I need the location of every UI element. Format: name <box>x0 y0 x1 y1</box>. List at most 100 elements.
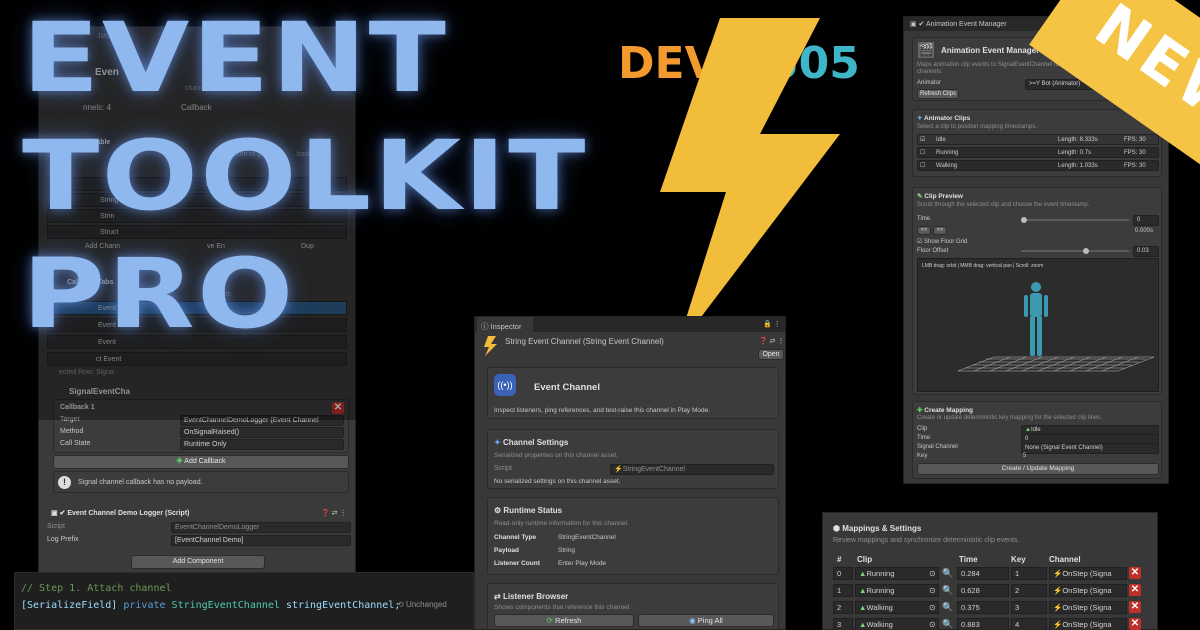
mapping-key-field[interactable]: 2 <box>1011 584 1047 597</box>
event-channel-title: Event Channel <box>534 382 600 393</box>
clip-preview-section: ✎ Clip Preview Scrub through the selecte… <box>912 187 1162 395</box>
search-icon[interactable]: 🔍 <box>942 585 953 596</box>
method-dropdown[interactable]: OnSignalRaised() <box>180 427 344 438</box>
next-frame-button[interactable]: >> <box>933 226 947 235</box>
mapping-row[interactable]: 0 ▲Running ⊙ 🔍 0.284 1 ⚡OnStep (Signa ✕ <box>833 567 1143 581</box>
mapping-time-field[interactable]: 0.883 <box>957 618 1009 630</box>
refresh-icon: ⟳ <box>546 616 556 625</box>
code-comment: // Step 1. Attach channel <box>21 583 172 594</box>
target-circle-icon[interactable]: ⊙ <box>929 586 936 595</box>
checkbox-icon: ☑ <box>917 239 925 245</box>
col-index: # <box>837 555 842 564</box>
inspector-header-icons[interactable]: ❓ ⇄ ⋮ <box>759 337 784 345</box>
channel-settings-desc: Serialized properties on this channel as… <box>494 452 618 459</box>
mapping-index: 3 <box>833 618 853 630</box>
delete-mapping-icon[interactable]: ✕ <box>1129 601 1141 613</box>
floor-offset-handle[interactable] <box>1083 248 1089 254</box>
search-icon[interactable]: 🔍 <box>942 568 953 579</box>
bolt-icon: ⚡ <box>1053 603 1063 612</box>
info-box: ! Signal channel callback has no payload… <box>53 471 349 493</box>
clip-row[interactable]: ☐ Walking Length: 1.033s FPS: 30 <box>917 160 1159 171</box>
add-component-button[interactable]: Add Component <box>131 555 265 569</box>
clip-name: Walking <box>936 163 958 169</box>
mapping-key-field[interactable]: 1 <box>1011 567 1047 580</box>
add-callback-button[interactable]: ✚ Add Callback <box>53 455 349 469</box>
target-circle-icon[interactable]: ⊙ <box>929 603 936 612</box>
mapping-channel-field[interactable]: ⚡OnStep (Signa <box>1049 584 1127 597</box>
channel-type-value: StringEventChannel <box>558 534 616 541</box>
clip-label: Clip <box>917 426 928 432</box>
runtime-status-title: ⚙ Runtime Status <box>494 506 563 515</box>
payload-value: String <box>558 547 575 554</box>
script-field[interactable]: EventChannelDemoLogger <box>171 522 351 533</box>
broadcast-icon: ((•)) <box>494 374 516 396</box>
mapping-channel-field[interactable]: ⚡OnStep (Signa <box>1049 567 1127 580</box>
target-circle-icon[interactable]: ⊙ <box>929 620 936 629</box>
runtime-status-section: ⚙ Runtime Status Read-only runtime infor… <box>487 497 779 575</box>
mapping-row[interactable]: 3 ▲Walking ⊙ 🔍 0.883 4 ⚡OnStep (Signa ✕ <box>833 618 1143 630</box>
delete-mapping-icon[interactable]: ✕ <box>1129 584 1141 596</box>
time-slider[interactable] <box>1021 217 1129 223</box>
mapping-index: 0 <box>833 567 853 580</box>
script-label: Script <box>47 523 65 530</box>
character-model <box>1024 282 1048 356</box>
title-line-3: PRO <box>22 238 296 350</box>
key-label: Key <box>917 453 928 459</box>
delete-mapping-icon[interactable]: ✕ <box>1129 567 1141 579</box>
log-prefix-field[interactable]: [EventChannel Demo] <box>171 535 351 546</box>
component-menu-icon[interactable]: ❓ ⇄ ⋮ <box>321 509 346 517</box>
clip-length: Length: 0.7s <box>1058 150 1092 156</box>
prev-frame-button[interactable]: << <box>917 226 931 235</box>
title-line-1: EVENT <box>22 2 449 114</box>
col-channel: Channel <box>1049 555 1081 564</box>
open-button[interactable]: Open <box>758 349 784 360</box>
time-field[interactable]: 0 <box>1133 215 1159 226</box>
mapping-time-field[interactable]: 0.375 <box>957 601 1009 614</box>
mapping-row[interactable]: 1 ▲Running ⊙ 🔍 0.628 2 ⚡OnStep (Signa ✕ <box>833 584 1143 598</box>
delete-mapping-icon[interactable]: ✕ <box>1129 618 1141 630</box>
bolt-asset-icon <box>482 336 498 356</box>
script-field[interactable]: ⚡StringEventChannel <box>610 464 774 475</box>
ping-icon: ◉ <box>689 616 698 625</box>
create-update-mapping-button[interactable]: Create / Update Mapping <box>917 463 1159 475</box>
search-icon[interactable]: 🔍 <box>942 619 953 630</box>
info-circle-icon: ⓘ <box>481 322 491 331</box>
code-line: [SerializeField] private StringEventChan… <box>21 600 401 611</box>
show-floor-toggle[interactable]: ☑ Show Floor Grid <box>917 238 967 245</box>
mapping-time-field[interactable]: 0.628 <box>957 584 1009 597</box>
ping-all-button[interactable]: ◉ Ping All <box>638 614 774 627</box>
channel-settings-section: ✦ Channel Settings Serialized properties… <box>487 429 779 489</box>
clip-checkbox-icon[interactable]: ☐ <box>920 149 925 157</box>
mapping-index: 2 <box>833 601 853 614</box>
mapping-clip-field[interactable]: ▲Running <box>855 584 939 597</box>
floor-offset-field[interactable]: 0.03 <box>1133 246 1159 257</box>
floor-offset-slider[interactable] <box>1021 248 1129 254</box>
event-channel-desc: Inspect listeners, ping references, and … <box>494 407 711 414</box>
call-state-dropdown[interactable]: Runtime Only <box>180 439 344 450</box>
signal-channel-field[interactable]: None (Signal Event Channel) <box>1021 443 1159 454</box>
listener-count-label: Listener Count <box>494 560 540 567</box>
lock-icon[interactable]: 🔒 ⋮ <box>763 320 781 328</box>
settings-icon: ✦ <box>494 438 503 447</box>
preview-viewport[interactable]: LMB drag: orbit | MMB drag: vertical pan… <box>917 258 1159 392</box>
target-circle-icon[interactable]: ⊙ <box>929 569 936 578</box>
mapping-key-field[interactable]: 3 <box>1011 601 1047 614</box>
mapping-clip-field[interactable]: ▲Walking <box>855 601 939 614</box>
clip-checkbox-icon[interactable]: ☐ <box>920 162 925 170</box>
mapping-key-field[interactable]: 4 <box>1011 618 1047 630</box>
mapping-clip-field[interactable]: ▲Running <box>855 567 939 580</box>
time-slider-handle[interactable] <box>1021 217 1027 223</box>
create-mapping-section: ✚ Create Mapping Create or update determ… <box>912 401 1162 479</box>
mapping-time-field[interactable]: 0.284 <box>957 567 1009 580</box>
refresh-clips-button[interactable]: Refresh Clips <box>917 89 959 99</box>
component-header[interactable]: ▣ ✔ Event Channel Demo Logger (Script) <box>51 509 190 517</box>
refresh-button[interactable]: ⟳ Refresh <box>494 614 634 627</box>
floor-grid <box>957 282 1155 372</box>
mapping-channel-field[interactable]: ⚡OnStep (Signa <box>1049 618 1127 630</box>
clip-checkbox-icon[interactable]: ☑ <box>920 136 925 144</box>
mapping-clip-field[interactable]: ▲Walking <box>855 618 939 630</box>
search-icon[interactable]: 🔍 <box>942 602 953 613</box>
clips-desc: Select a clip to position mapping timest… <box>917 124 1038 130</box>
mapping-channel-field[interactable]: ⚡OnStep (Signa <box>1049 601 1127 614</box>
mapping-row[interactable]: 2 ▲Walking ⊙ 🔍 0.375 3 ⚡OnStep (Signa ✕ <box>833 601 1143 615</box>
